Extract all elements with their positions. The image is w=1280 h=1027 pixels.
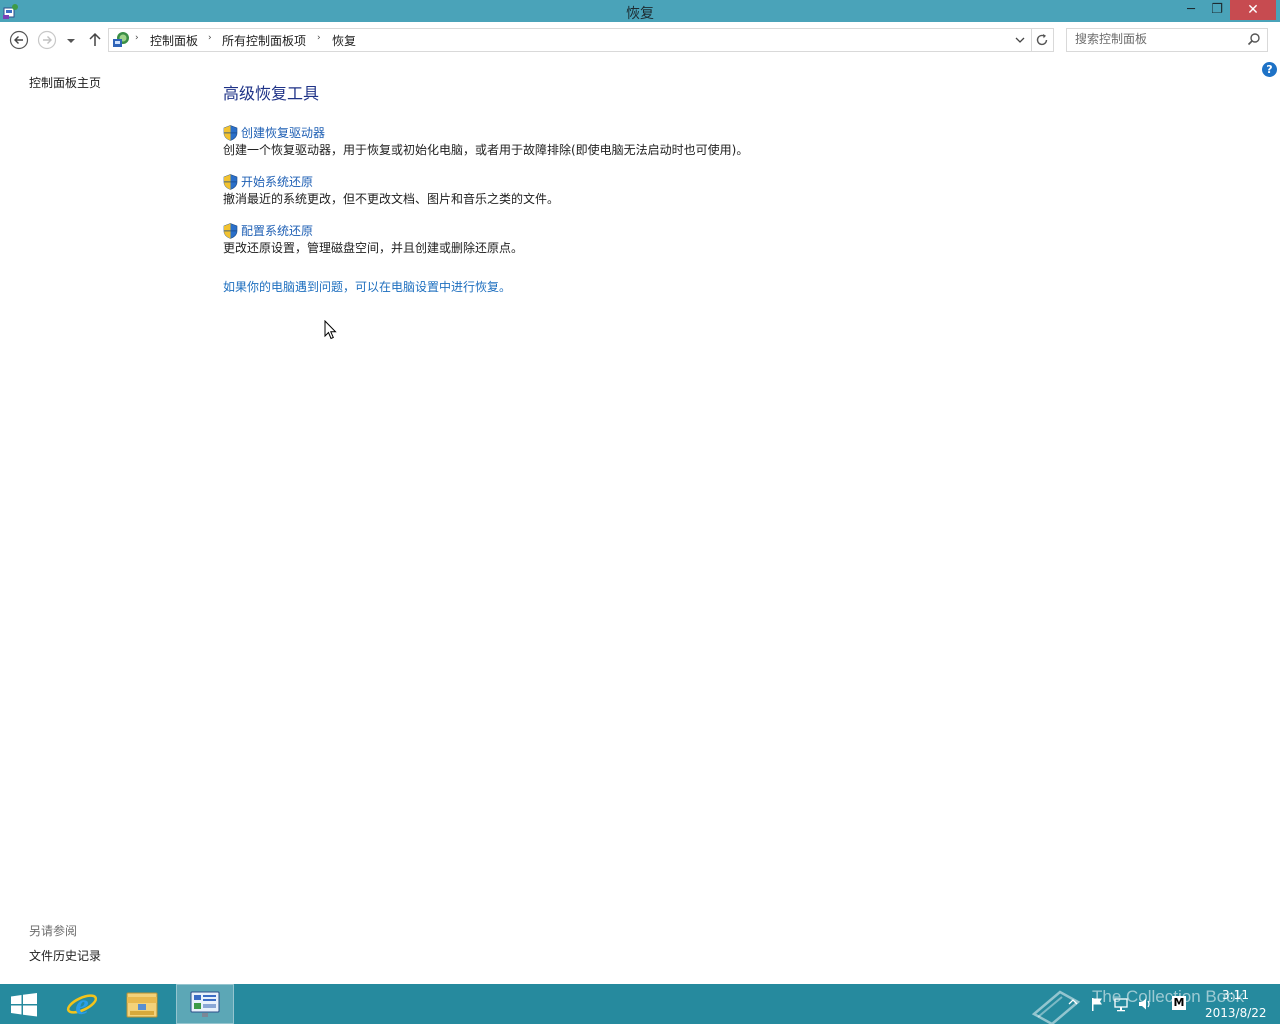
volume-speaker-icon[interactable] [1137, 996, 1153, 1012]
tool-description: 撤消最近的系统更改，但不更改文档、图片和音乐之类的文件。 [223, 192, 560, 206]
breadcrumb-separator[interactable]: › [135, 33, 139, 43]
refresh-icon[interactable] [1034, 32, 1050, 48]
breadcrumb-item-recovery[interactable]: 恢复 [332, 32, 356, 49]
breadcrumb-separator[interactable]: › [317, 33, 321, 43]
back-button[interactable] [9, 30, 29, 50]
input-method-icon[interactable]: M [1172, 996, 1186, 1010]
breadcrumb-item-control-panel[interactable]: 控制面板 [150, 32, 198, 49]
show-hidden-icons-chevron-up-icon[interactable] [1068, 997, 1078, 1007]
uac-shield-icon [223, 174, 238, 190]
control-panel-location-icon [113, 32, 129, 47]
search-input[interactable] [1067, 29, 1245, 49]
close-button[interactable]: ✕ [1230, 0, 1276, 20]
taskbar: e The Collection Book M 3:11 2013/8/22 [0, 984, 1280, 1024]
start-system-restore-link[interactable]: 开始系统还原 [241, 173, 313, 190]
file-explorer-icon [126, 992, 158, 1018]
tool-description: 创建一个恢复驱动器，用于恢复或初始化电脑，或者用于故障排除(即使电脑无法启动时也… [223, 143, 749, 157]
search-icon[interactable] [1247, 32, 1261, 46]
breadcrumb-item-all-items[interactable]: 所有控制面板项 [222, 32, 306, 49]
see-also-heading: 另请参阅 [29, 924, 78, 938]
start-windows-icon[interactable] [10, 993, 38, 1017]
clock-date[interactable]: 2013/8/22 [1205, 1006, 1267, 1020]
up-one-level-button[interactable] [85, 30, 105, 50]
mouse-pointer-icon [324, 320, 337, 340]
address-history-chevron-down-icon[interactable] [1013, 33, 1027, 47]
forward-button[interactable] [37, 30, 57, 50]
configure-system-restore-link[interactable]: 配置系统还原 [241, 222, 313, 239]
restore-button[interactable]: ❐ [1204, 0, 1230, 20]
address-divider [1031, 29, 1032, 51]
page-title: 高级恢复工具 [223, 84, 320, 103]
recent-locations-dropdown-icon[interactable] [64, 30, 78, 50]
taskbar-file-explorer[interactable] [114, 984, 170, 1024]
uac-shield-icon [223, 125, 238, 141]
taskbar-control-panel-active[interactable] [176, 984, 234, 1024]
uac-shield-icon [223, 223, 238, 239]
window-title-bar[interactable]: 恢复 ─ ❐ ✕ [0, 0, 1280, 22]
search-box[interactable] [1066, 28, 1268, 52]
control-panel-icon [190, 991, 220, 1017]
clock-time[interactable]: 3:11 [1222, 988, 1249, 1002]
create-recovery-drive-link[interactable]: 创建恢复驱动器 [241, 124, 325, 141]
window-title: 恢复 [626, 6, 654, 22]
action-center-flag-icon[interactable] [1089, 996, 1105, 1012]
tool-description: 更改还原设置，管理磁盘空间，并且创建或删除还原点。 [223, 241, 524, 255]
taskbar-internet-explorer[interactable]: e [54, 984, 110, 1024]
control-panel-home-link[interactable]: 控制面板主页 [29, 74, 101, 91]
address-bar[interactable]: › 控制面板 › 所有控制面板项 › 恢复 [108, 28, 1054, 52]
network-icon[interactable] [1113, 996, 1129, 1012]
file-history-link[interactable]: 文件历史记录 [29, 947, 101, 964]
pc-settings-recovery-link[interactable]: 如果你的电脑遇到问题，可以在电脑设置中进行恢复。 [223, 278, 511, 295]
minimize-button[interactable]: ─ [1178, 0, 1204, 20]
svg-text:e: e [75, 988, 88, 1021]
internet-explorer-icon: e [66, 988, 98, 1021]
navigation-bar: › 控制面板 › 所有控制面板项 › 恢复 [0, 22, 1280, 58]
breadcrumb-separator[interactable]: › [208, 33, 212, 43]
help-icon[interactable]: ? [1262, 62, 1277, 77]
